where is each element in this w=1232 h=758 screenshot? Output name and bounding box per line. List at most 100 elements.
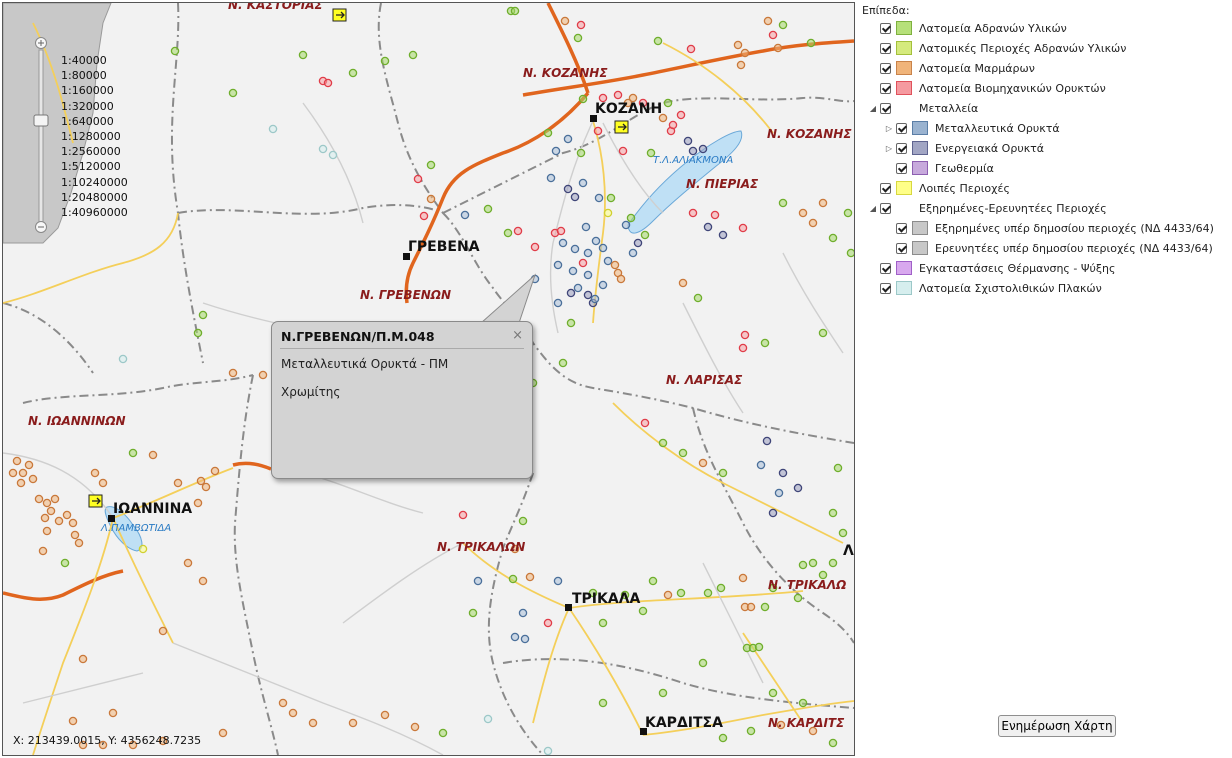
mining-site-point[interactable] <box>773 43 783 53</box>
mining-site-point[interactable] <box>718 230 728 240</box>
mining-site-point[interactable] <box>546 173 556 183</box>
mining-site-point[interactable] <box>196 476 206 486</box>
mining-site-point[interactable] <box>518 516 528 526</box>
mining-site-point[interactable] <box>328 150 338 160</box>
mining-site-point[interactable] <box>46 506 56 516</box>
mining-site-point[interactable] <box>90 468 100 478</box>
mining-site-point[interactable] <box>693 293 703 303</box>
mining-site-point[interactable] <box>553 576 563 586</box>
mining-site-point[interactable] <box>278 698 288 708</box>
mining-site-point[interactable] <box>42 498 52 508</box>
mining-site-point[interactable] <box>828 558 838 568</box>
mining-site-point[interactable] <box>793 483 803 493</box>
mining-site-point[interactable] <box>570 192 580 202</box>
mining-site-point[interactable] <box>718 468 728 478</box>
mining-site-point[interactable] <box>698 144 708 154</box>
expand-arrow-icon[interactable]: ▷ <box>884 144 894 153</box>
mining-site-point[interactable] <box>563 184 573 194</box>
mining-site-point[interactable] <box>228 368 238 378</box>
mining-site-point[interactable] <box>798 698 808 708</box>
layer-checkbox[interactable] <box>896 162 907 174</box>
mining-site-point[interactable] <box>518 608 528 618</box>
mining-site-point[interactable] <box>593 126 603 136</box>
zoom-level[interactable]: 1:160000 <box>61 83 128 98</box>
mining-site-point[interactable] <box>616 274 626 284</box>
mining-site-point[interactable] <box>798 208 808 218</box>
mining-site-point[interactable] <box>603 256 613 266</box>
mining-site-point[interactable] <box>686 44 696 54</box>
mining-site-point[interactable] <box>558 238 568 248</box>
mining-site-point[interactable] <box>553 298 563 308</box>
mining-site-point[interactable] <box>738 573 748 583</box>
mining-site-point[interactable] <box>128 448 138 458</box>
layer-checkbox[interactable] <box>880 22 891 34</box>
mining-site-point[interactable] <box>833 463 843 473</box>
mining-site-point[interactable] <box>323 78 333 88</box>
mining-site-point[interactable] <box>503 228 513 238</box>
mining-site-point[interactable] <box>760 602 770 612</box>
mining-site-point[interactable] <box>566 318 576 328</box>
mining-site-point[interactable] <box>510 6 520 16</box>
mining-site-point[interactable] <box>16 478 26 488</box>
zoom-level[interactable]: 1:20480000 <box>61 190 128 205</box>
mining-site-point[interactable] <box>703 588 713 598</box>
mining-site-point[interactable] <box>410 722 420 732</box>
zoom-level[interactable]: 1:80000 <box>61 68 128 83</box>
mining-site-point[interactable] <box>34 494 44 504</box>
mining-site-point[interactable] <box>193 328 203 338</box>
mining-site-point[interactable] <box>553 260 563 270</box>
mining-site-point[interactable] <box>843 208 853 218</box>
mining-site-point[interactable] <box>40 513 50 523</box>
mining-site-point[interactable] <box>438 728 448 738</box>
mining-site-point[interactable] <box>610 260 620 270</box>
mining-site-point[interactable] <box>551 146 561 156</box>
mining-site-point[interactable] <box>419 211 429 221</box>
mining-site-point[interactable] <box>530 242 540 252</box>
map-viewport[interactable]: Ν. ΚΑΣΤΟΡΙΑΣ Ν. ΚΟΖΑΝΗΣ Ν. ΚΟΖΑΝΗΣ Ν. ΠΙ… <box>2 2 855 756</box>
mining-site-point[interactable] <box>68 518 78 528</box>
mining-site-point[interactable] <box>348 718 358 728</box>
mining-site-point[interactable] <box>628 248 638 258</box>
mining-site-point[interactable] <box>846 248 854 258</box>
mining-site-point[interactable] <box>18 468 28 478</box>
mining-site-point[interactable] <box>598 280 608 290</box>
mining-site-point[interactable] <box>560 16 570 26</box>
mining-site-point[interactable] <box>578 258 588 268</box>
mining-site-point[interactable] <box>818 198 828 208</box>
mining-site-point[interactable] <box>583 270 593 280</box>
mining-site-point[interactable] <box>640 418 650 428</box>
mining-site-point[interactable] <box>228 88 238 98</box>
layer-checkbox[interactable] <box>880 202 891 214</box>
mining-site-point[interactable] <box>746 602 756 612</box>
mining-site-point[interactable] <box>460 210 470 220</box>
mining-site-point[interactable] <box>598 698 608 708</box>
mining-site-point[interactable] <box>473 576 483 586</box>
mining-site-point[interactable] <box>413 174 423 184</box>
mining-site-point[interactable] <box>740 330 750 340</box>
mining-site-point[interactable] <box>380 56 390 66</box>
layer-checkbox[interactable] <box>880 42 891 54</box>
mining-site-point[interactable] <box>676 110 686 120</box>
mining-site-point[interactable] <box>591 236 601 246</box>
mining-site-point[interactable] <box>774 488 784 498</box>
mining-site-point[interactable] <box>740 48 750 58</box>
mining-site-point[interactable] <box>738 223 748 233</box>
airport-icon[interactable] <box>332 8 347 22</box>
mining-site-point[interactable] <box>621 220 631 230</box>
layer-checkbox[interactable] <box>896 222 907 234</box>
mining-site-point[interactable] <box>718 733 728 743</box>
mining-site-point[interactable] <box>808 218 818 228</box>
mining-site-point[interactable] <box>525 572 535 582</box>
mining-site-point[interactable] <box>118 354 128 364</box>
layer-checkbox[interactable] <box>880 62 891 74</box>
mining-site-point[interactable] <box>513 226 523 236</box>
mining-site-point[interactable] <box>590 294 600 304</box>
mining-site-point[interactable] <box>198 576 208 586</box>
mining-site-point[interactable] <box>573 283 583 293</box>
expand-arrow-icon[interactable]: ▷ <box>884 124 894 133</box>
mining-site-point[interactable] <box>578 94 588 104</box>
mining-site-point[interactable] <box>618 146 628 156</box>
zoom-level[interactable]: 1:320000 <box>61 99 128 114</box>
mining-site-point[interactable] <box>668 120 678 130</box>
mining-site-point[interactable] <box>74 538 84 548</box>
